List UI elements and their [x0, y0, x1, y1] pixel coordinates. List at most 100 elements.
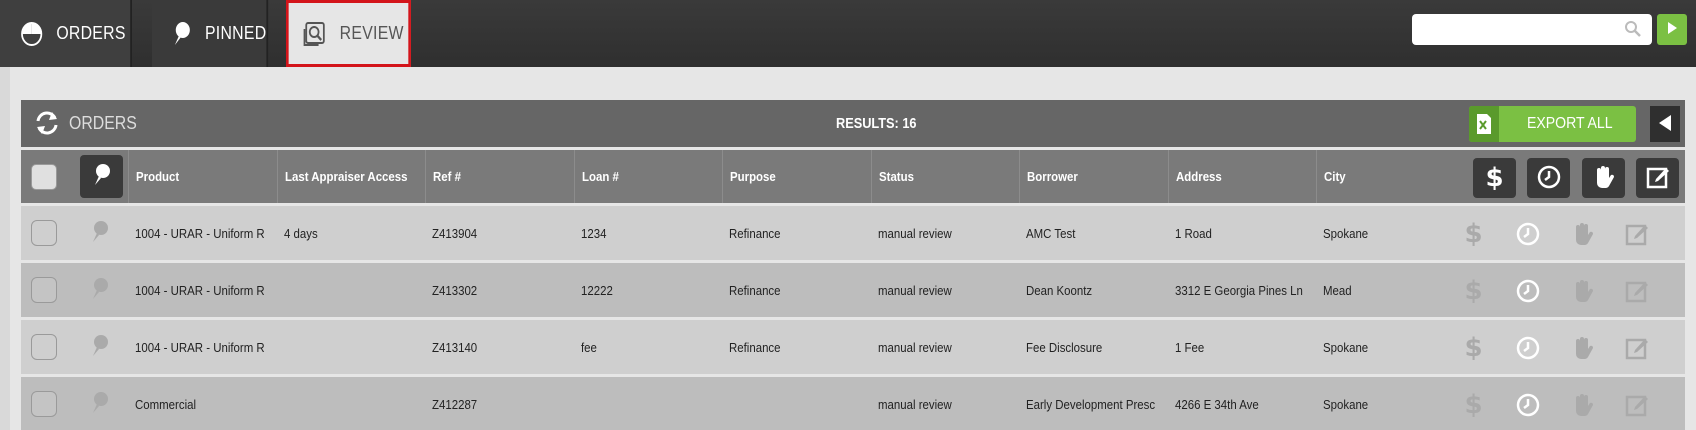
- cell-city-text: Spokane: [1323, 225, 1369, 241]
- clock-icon: [1537, 165, 1561, 192]
- cell-borrower: Fee Disclosure: [1026, 320, 1174, 374]
- excel-export-icon: [1469, 106, 1499, 142]
- tab-pinned-label: PINNED: [204, 23, 267, 43]
- hand-stop-icon[interactable]: [1561, 220, 1604, 248]
- due-date-column-header[interactable]: [1527, 158, 1570, 198]
- search-go-button[interactable]: [1657, 14, 1687, 45]
- edit-icon[interactable]: [1615, 334, 1658, 362]
- cell-borrower: Early Development Presc: [1026, 377, 1174, 430]
- cell-purpose: Refinance: [729, 320, 877, 374]
- cell-loan: 12222: [581, 263, 729, 317]
- tab-review-label: REVIEW: [339, 23, 404, 43]
- column-header-city[interactable]: City: [1316, 150, 1446, 203]
- fee-column-header[interactable]: $: [1473, 158, 1516, 198]
- search-input[interactable]: [1420, 14, 1620, 43]
- column-header-status[interactable]: Status: [871, 150, 1019, 203]
- cell-product: Commercial: [135, 377, 264, 430]
- pin-icon[interactable]: [90, 334, 110, 361]
- cell-last-access: [284, 263, 432, 317]
- column-header-product[interactable]: Product: [128, 150, 277, 203]
- edit-icon[interactable]: [1615, 220, 1658, 248]
- table-row[interactable]: Commercial Z412287 manual review Early Deve…: [21, 377, 1685, 430]
- cell-borrower: Dean Koontz: [1026, 263, 1174, 317]
- cell-address-text: 3312 E Georgia Pines Ln: [1175, 282, 1303, 298]
- tab-pinned[interactable]: PINNED: [152, 0, 269, 67]
- cell-city-text: Mead: [1323, 282, 1352, 298]
- column-header-address[interactable]: Address: [1168, 150, 1316, 203]
- pin-column-header[interactable]: [80, 155, 123, 198]
- cell-status-text: manual review: [878, 225, 952, 241]
- dollar-icon: $: [1485, 163, 1504, 193]
- cell-ref-text: Z413302: [432, 282, 478, 298]
- cell-purpose-text: Refinance: [729, 225, 781, 241]
- table-row[interactable]: 1004 - URAR - Uniform Re Z413140 fee Refina…: [21, 320, 1685, 374]
- edit-icon[interactable]: [1615, 277, 1658, 305]
- cell-city-text: Spokane: [1323, 396, 1369, 412]
- tab-review[interactable]: REVIEW: [286, 0, 411, 67]
- cell-product-text: 1004 - URAR - Uniform Re: [135, 225, 264, 241]
- cell-city: Spokane: [1323, 206, 1471, 260]
- dollar-icon[interactable]: $: [1452, 219, 1495, 249]
- clock-icon[interactable]: [1506, 334, 1549, 362]
- pin-icon[interactable]: [90, 220, 110, 247]
- pin-icon[interactable]: [90, 277, 110, 304]
- cell-borrower-text: AMC Test: [1026, 225, 1076, 241]
- select-all-checkbox[interactable]: [31, 164, 57, 190]
- edit-icon: [1646, 165, 1670, 192]
- review-search-icon: [303, 20, 328, 48]
- cell-purpose: Refinance: [729, 263, 877, 317]
- cell-last-access: 4 days: [284, 206, 432, 260]
- search-box: [1412, 14, 1652, 45]
- cell-last-access: [284, 320, 432, 374]
- dollar-icon[interactable]: $: [1452, 276, 1495, 306]
- hold-column-header[interactable]: [1582, 158, 1625, 198]
- cell-city: Spokane: [1323, 320, 1471, 374]
- tab-orders[interactable]: ORDERS: [0, 0, 132, 67]
- row-checkbox[interactable]: [31, 391, 57, 417]
- collapse-panel-button[interactable]: [1650, 106, 1680, 142]
- row-checkbox[interactable]: [31, 220, 57, 246]
- top-navigation-bar: ORDERS PINNED REVIEW: [0, 0, 1696, 67]
- edit-column-header[interactable]: [1636, 158, 1679, 198]
- hand-stop-icon[interactable]: [1561, 277, 1604, 305]
- cell-status: manual review: [878, 377, 1026, 430]
- clock-icon[interactable]: [1506, 391, 1549, 419]
- table-header: Product Last Appraiser Access Ref # Loan…: [21, 150, 1685, 203]
- cell-ref-text: Z413904: [432, 225, 478, 241]
- cell-product: 1004 - URAR - Uniform Re: [135, 206, 264, 260]
- cell-ref: Z412287: [432, 377, 580, 430]
- cell-address-text: 1 Fee: [1175, 339, 1205, 355]
- row-checkbox[interactable]: [31, 334, 57, 360]
- cell-product-text: 1004 - URAR - Uniform Re: [135, 282, 264, 298]
- column-header-last-appraiser-access[interactable]: Last Appraiser Access: [277, 150, 425, 203]
- search-icon[interactable]: [1624, 20, 1642, 41]
- results-count: RESULTS: 16: [836, 115, 917, 132]
- dollar-icon[interactable]: $: [1452, 333, 1495, 363]
- column-header-ref[interactable]: Ref #: [425, 150, 574, 203]
- hand-stop-icon[interactable]: [1561, 334, 1604, 362]
- row-checkbox[interactable]: [31, 277, 57, 303]
- refresh-icon[interactable]: [33, 109, 61, 140]
- pin-icon[interactable]: [90, 391, 110, 418]
- table-row[interactable]: 1004 - URAR - Uniform Re 4 days Z413904 123…: [21, 206, 1685, 260]
- hand-stop-icon[interactable]: [1561, 391, 1604, 419]
- column-header-loan[interactable]: Loan #: [574, 150, 722, 203]
- cell-status: manual review: [878, 263, 1026, 317]
- column-header-purpose[interactable]: Purpose: [722, 150, 871, 203]
- edit-icon[interactable]: [1615, 391, 1658, 419]
- column-header-borrower[interactable]: Borrower: [1019, 150, 1168, 203]
- cell-city: Spokane: [1323, 377, 1471, 430]
- clock-icon[interactable]: [1506, 277, 1549, 305]
- pie-chart-icon: [19, 20, 44, 48]
- cell-product: 1004 - URAR - Uniform Re: [135, 320, 264, 374]
- pin-icon: [92, 163, 112, 190]
- table-row[interactable]: 1004 - URAR - Uniform Re Z413302 12222 Refi…: [21, 263, 1685, 317]
- tab-orders-label: ORDERS: [56, 23, 126, 43]
- cell-loan-text: fee: [581, 339, 597, 355]
- export-all-button[interactable]: EXPORT ALL: [1469, 106, 1636, 142]
- dollar-icon[interactable]: $: [1452, 390, 1495, 420]
- cell-ref-text: Z412287: [432, 396, 478, 412]
- cell-purpose: Refinance: [729, 206, 877, 260]
- clock-icon[interactable]: [1506, 220, 1549, 248]
- cell-purpose-text: Refinance: [729, 339, 781, 355]
